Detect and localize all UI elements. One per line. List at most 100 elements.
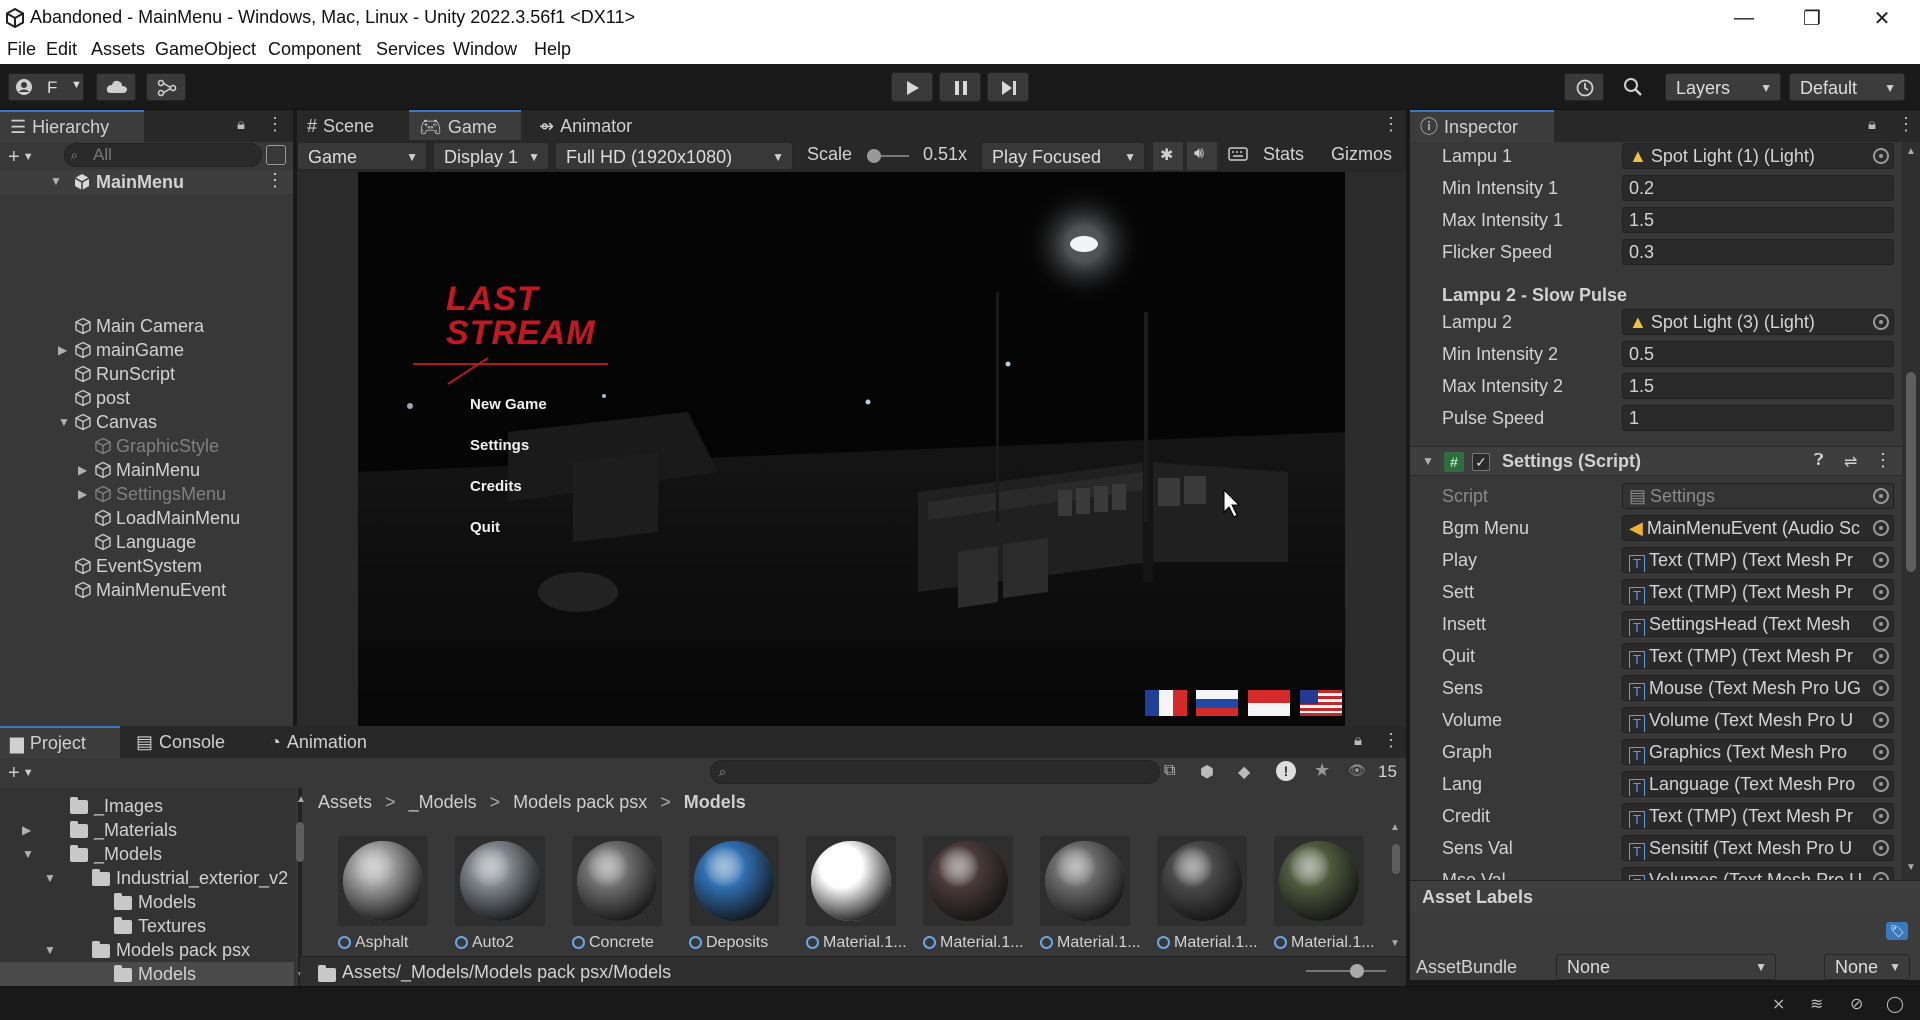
object-picker-icon[interactable]: [1873, 840, 1889, 856]
game-menu-settings[interactable]: Settings: [470, 437, 529, 454]
cache-icon[interactable]: ≋: [1810, 994, 1823, 1014]
inspector-scroll-thumb[interactable]: [1906, 372, 1916, 572]
hierarchy-item[interactable]: ▶ mainGame: [0, 338, 293, 362]
history-button[interactable]: [1564, 73, 1604, 101]
hierarchy-item[interactable]: RunScript: [0, 362, 293, 386]
material-asset[interactable]: Asphalt: [338, 836, 428, 951]
expand-arrow-icon[interactable]: ▶: [22, 818, 36, 842]
scroll-up-icon[interactable]: ▲: [1390, 822, 1400, 833]
add-button[interactable]: + ▼: [8, 146, 34, 169]
material-asset[interactable]: Concrete: [572, 836, 662, 951]
tab-hierarchy[interactable]: ☰ Hierarchy: [0, 110, 144, 142]
shortcut-toggle[interactable]: [1223, 142, 1253, 170]
object-picker-icon[interactable]: [1873, 616, 1889, 632]
menu-services[interactable]: Services: [376, 39, 445, 60]
kebab-menu-icon[interactable]: ⋮: [1382, 114, 1400, 135]
thumbnail-size-slider[interactable]: [1306, 964, 1386, 978]
number-field[interactable]: 0.5: [1622, 341, 1894, 367]
component-enabled-checkbox[interactable]: ✓: [1472, 453, 1490, 471]
object-field[interactable]: T Graphics (Text Mesh Pro: [1622, 739, 1894, 765]
expand-arrow-icon[interactable]: ▼: [44, 866, 58, 890]
scroll-up-icon[interactable]: ▲: [296, 794, 306, 805]
object-picker-icon[interactable]: [1873, 520, 1889, 536]
object-picker-icon[interactable]: [1873, 680, 1889, 696]
expand-arrow-icon[interactable]: ▶: [78, 482, 92, 506]
kebab-menu-icon[interactable]: ⋮: [266, 114, 284, 135]
tree-scroll-thumb[interactable]: [296, 822, 304, 862]
number-field[interactable]: 0.2: [1622, 175, 1894, 201]
object-field[interactable]: T Text (TMP) (Text Mesh Pr: [1622, 643, 1894, 669]
component-header[interactable]: ▼ # ✓ Settings (Script) ❓︎ ⇌ ⋮: [1410, 446, 1902, 476]
kebab-menu-icon[interactable]: ⋮: [266, 170, 284, 191]
account-button[interactable]: F ▼: [8, 73, 84, 101]
project-folder-item[interactable]: Models: [0, 962, 294, 986]
project-folder-item[interactable]: ▼ Models pack psx: [0, 938, 294, 962]
lock-icon[interactable]: 🔒︎: [1354, 732, 1362, 749]
stats-button[interactable]: Stats: [1263, 144, 1304, 165]
material-asset[interactable]: Deposits: [689, 836, 779, 951]
project-folder-item[interactable]: _Images: [0, 794, 294, 818]
game-menu-new-game[interactable]: New Game: [470, 396, 547, 413]
step-button[interactable]: [987, 72, 1029, 102]
material-asset[interactable]: Material.1...: [1040, 836, 1141, 951]
hierarchy-item[interactable]: EventSystem: [0, 554, 293, 578]
material-asset[interactable]: Material.1...: [923, 836, 1024, 951]
maximize-button[interactable]: ❐: [1784, 0, 1840, 36]
object-picker-icon[interactable]: [1873, 712, 1889, 728]
layout-dropdown[interactable]: Default ▼: [1789, 73, 1905, 101]
number-field[interactable]: 1: [1622, 405, 1894, 431]
asset-scroll-thumb[interactable]: [1392, 844, 1400, 874]
expand-arrow-icon[interactable]: ▼: [1422, 454, 1436, 468]
expand-arrow-icon[interactable]: ▶: [58, 338, 72, 362]
material-asset[interactable]: Material.1...: [806, 836, 907, 951]
menu-edit[interactable]: Edit: [46, 39, 77, 60]
scroll-down-icon[interactable]: ▼: [1390, 938, 1400, 949]
object-field[interactable]: T Text (TMP) (Text Mesh Pr: [1622, 803, 1894, 829]
object-picker-icon[interactable]: [1873, 148, 1889, 164]
breadcrumb-assets[interactable]: Assets: [318, 792, 372, 812]
layers-dropdown[interactable]: Layers ▼: [1665, 73, 1781, 101]
scroll-down-icon[interactable]: ▼: [1906, 862, 1916, 873]
inspector-scrollbar[interactable]: ▲ ▼: [1902, 142, 1920, 880]
minimize-button[interactable]: —: [1716, 0, 1772, 36]
filter-log-icon[interactable]: !: [1276, 761, 1296, 781]
expand-arrow-icon[interactable]: ▼: [44, 938, 58, 962]
object-picker-icon[interactable]: [1873, 808, 1889, 824]
view-dropdown[interactable]: Game ▼: [297, 142, 427, 170]
object-field[interactable]: T Language (Text Mesh Pro: [1622, 771, 1894, 797]
kebab-menu-icon[interactable]: ⋮: [1874, 450, 1892, 471]
number-field[interactable]: 1.5: [1622, 373, 1894, 399]
label-tag-icon[interactable]: 🏷︎: [1886, 922, 1908, 940]
object-field[interactable]: T Text (TMP) (Text Mesh Pr: [1622, 547, 1894, 573]
kebab-menu-icon[interactable]: ⋮: [1382, 730, 1400, 751]
object-field[interactable]: ◀ MainMenuEvent (Audio Sc: [1622, 515, 1894, 541]
menu-file[interactable]: File: [7, 39, 36, 60]
object-picker-icon[interactable]: [1873, 648, 1889, 664]
pause-button[interactable]: [939, 72, 981, 102]
hierarchy-search-input[interactable]: ⌕ All: [64, 143, 262, 167]
tab-project[interactable]: ▆ Project: [0, 726, 120, 758]
menu-window[interactable]: Window: [453, 39, 517, 60]
hierarchy-item[interactable]: LoadMainMenu: [0, 506, 293, 530]
material-asset[interactable]: Auto2: [455, 836, 545, 951]
hierarchy-item[interactable]: GraphicStyle: [0, 434, 293, 458]
material-asset[interactable]: Material.1...: [1274, 836, 1375, 951]
scale-slider-handle[interactable]: [867, 149, 881, 163]
menu-component[interactable]: Component: [268, 39, 361, 60]
tab-animation[interactable]: ◔ Animation: [260, 726, 408, 758]
object-field[interactable]: T SettingsHead (Text Mesh: [1622, 611, 1894, 637]
menu-gameobject[interactable]: GameObject: [155, 39, 256, 60]
slider-handle[interactable]: [1350, 964, 1364, 978]
object-field[interactable]: ▲ Spot Light (3) (Light): [1622, 309, 1894, 335]
play-button[interactable]: [891, 72, 933, 102]
project-folder-item[interactable]: ▼ Industrial_exterior_v2: [0, 866, 294, 890]
tab-game[interactable]: 🎮︎ Game: [409, 110, 521, 142]
object-field[interactable]: T Sensitif (Text Mesh Pro U: [1622, 835, 1894, 861]
hierarchy-item[interactable]: Language: [0, 530, 293, 554]
create-button[interactable]: + ▼: [8, 762, 34, 785]
game-canvas[interactable]: LAST STREAM New Game Settings Credits Qu…: [358, 172, 1345, 726]
tab-inspector[interactable]: ⓘ Inspector: [1410, 110, 1554, 142]
object-field[interactable]: ▲ Spot Light (1) (Light): [1622, 143, 1894, 169]
preset-icon[interactable]: ⇌: [1844, 452, 1857, 472]
scene-root-row[interactable]: ▼ MainMenu ⋮: [0, 170, 293, 194]
